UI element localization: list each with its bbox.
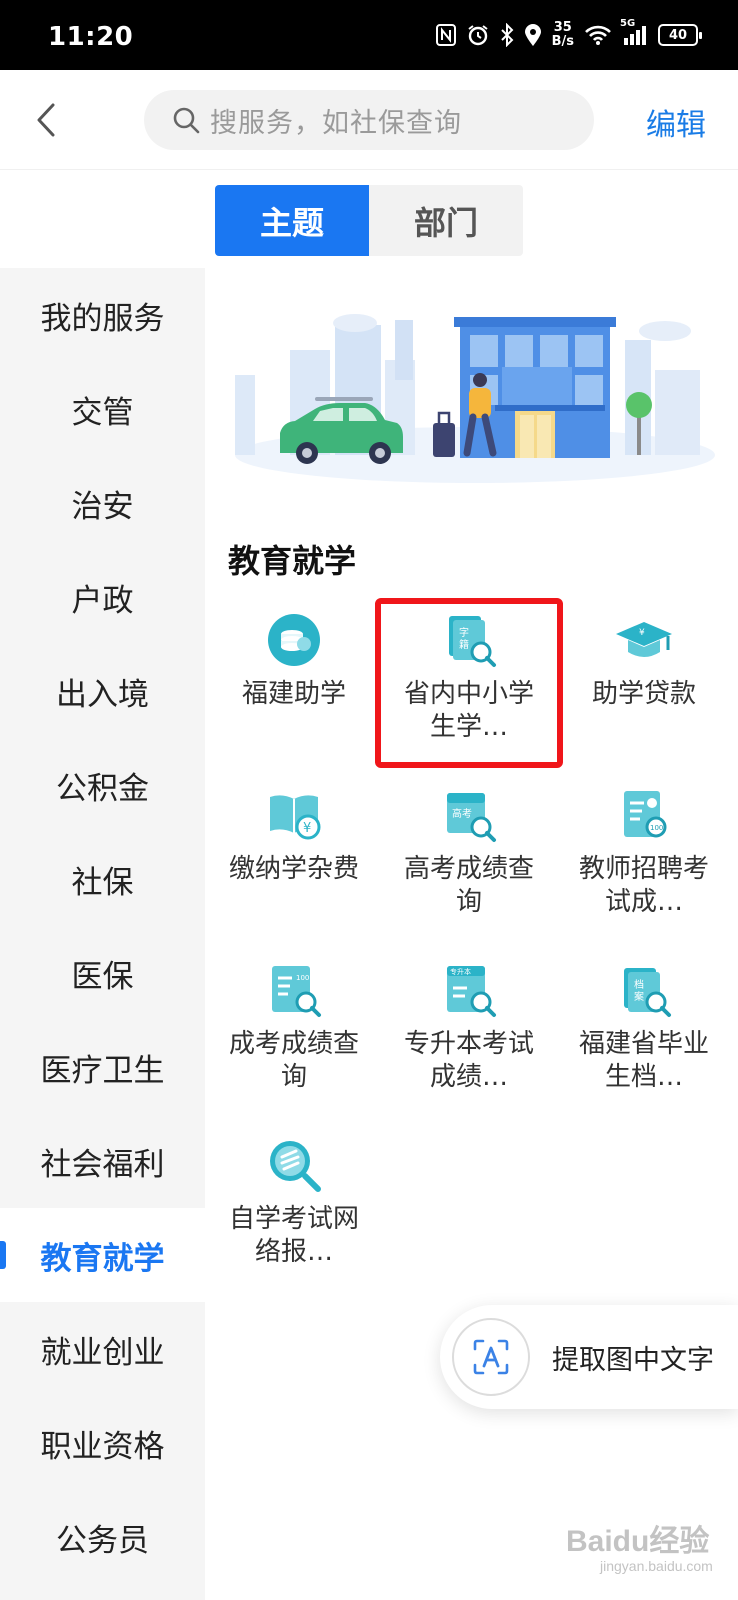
service-label: 福建助学 (241, 679, 346, 709)
net-speed-value: 35 (553, 20, 572, 35)
chevron-left-icon (37, 103, 55, 137)
service-label: 专升本考试成绩… (403, 1029, 534, 1092)
service-graduate-archive[interactable]: 档 案 福建省毕业生档… (559, 958, 729, 1094)
teacher-exam-score-icon: 100 (624, 791, 667, 838)
service-label: 福建省毕业生档… (578, 1029, 709, 1092)
service-label: 教师招聘考试成… (578, 854, 709, 917)
svg-text:100: 100 (296, 974, 309, 982)
self-study-exam-icon (270, 1141, 321, 1192)
sidebar-item-traffic[interactable]: 交管 (0, 362, 205, 456)
adult-exam-score-icon: 100 (272, 966, 321, 1017)
search-placeholder: 搜服务，如社保查询 (210, 107, 462, 139)
service-fujian-scholarship[interactable]: 福建助学 (209, 608, 379, 711)
sidebar-item-public-security[interactable]: 治安 (0, 456, 205, 550)
category-tabs: 主题 部门 (215, 185, 523, 256)
highlight-box (375, 598, 563, 768)
svg-text:案: 案 (634, 990, 644, 1003)
sidebar-item-my-services[interactable]: 我的服务 (0, 268, 205, 362)
text-extract-icon (473, 1339, 509, 1375)
status-time: 11:20 (48, 22, 134, 52)
service-gaokao-score[interactable]: 高考 高考成绩查询 (384, 783, 554, 919)
upgrade-exam-score-icon: 专升本 (447, 966, 496, 1017)
service-label: 自学考试网络报… (228, 1204, 359, 1267)
search-input[interactable]: 搜服务，如社保查询 (144, 90, 594, 150)
service-teacher-exam[interactable]: 100 教师招聘考试成… (559, 783, 729, 919)
location-icon (524, 23, 542, 47)
service-tuition-payment[interactable]: ¥ 缴纳学杂费 (209, 783, 379, 886)
tab-theme[interactable]: 主题 (215, 185, 369, 256)
gaokao-search-icon: 高考 (447, 793, 496, 842)
svg-text:¥: ¥ (639, 628, 645, 638)
alarm-icon (466, 23, 490, 47)
extract-text-button[interactable]: 提取图中文字 (440, 1305, 738, 1409)
sidebar-item-civil-servant[interactable]: 公务员 (0, 1490, 205, 1584)
svg-text:¥: ¥ (303, 821, 311, 836)
svg-text:100: 100 (650, 824, 663, 832)
net-speed: 35 B/s (552, 21, 574, 49)
extract-text-label: 提取图中文字 (552, 1344, 714, 1376)
net-speed-unit: B/s (551, 34, 574, 49)
service-label: 成考成绩查询 (228, 1029, 359, 1092)
nfc-icon (435, 24, 456, 46)
service-label: 高考成绩查询 (403, 854, 534, 917)
svg-text:档: 档 (634, 978, 644, 991)
book-yuan-icon: ¥ (270, 795, 321, 840)
scholarship-coins-icon (268, 614, 320, 666)
battery-icon: 40 (658, 24, 702, 46)
sidebar-item-qualification[interactable]: 职业资格 (0, 1396, 205, 1490)
graduate-archive-search-icon: 档 案 (624, 968, 671, 1017)
sidebar: 我的服务 交管 治安 户政 出入境 公积金 社保 医保 医疗卫生 社会福利 教育… (0, 268, 205, 1600)
sidebar-item-social-security[interactable]: 社保 (0, 832, 205, 926)
sidebar-item-household[interactable]: 户政 (0, 550, 205, 644)
signal-icon: 5G (620, 18, 648, 46)
sidebar-item-immigration[interactable]: 出入境 (0, 644, 205, 738)
bluetooth-icon (500, 23, 514, 47)
float-icon-wrap (452, 1318, 530, 1396)
sidebar-item-healthcare[interactable]: 医疗卫生 (0, 1020, 205, 1114)
sidebar-item-education[interactable]: 教育就学 (0, 1208, 205, 1302)
header: 搜服务，如社保查询 编辑 (0, 70, 738, 170)
svg-text:高考: 高考 (452, 807, 472, 820)
service-student-loan[interactable]: ¥ 助学贷款 (559, 608, 729, 711)
edit-button[interactable]: 编辑 (646, 100, 706, 144)
status-icons: 35 B/s 5G 40 (435, 18, 702, 52)
watermark-text: Baidu经验 (566, 1525, 710, 1558)
sidebar-item-medical-insurance[interactable]: 医保 (0, 926, 205, 1020)
search-icon (173, 107, 200, 134)
status-bar: 11:20 35 B/s 5G 40 (0, 0, 738, 70)
wifi-icon (584, 24, 612, 46)
graduation-cap-icon: ¥ (616, 622, 672, 657)
service-upgrade-exam-score[interactable]: 专升本 专升本考试成绩… (384, 958, 554, 1094)
baidu-watermark: Baidu经验 jingyan.baidu.com (566, 1516, 713, 1574)
tab-department[interactable]: 部门 (369, 185, 523, 256)
service-label: 缴纳学杂费 (228, 854, 359, 884)
sidebar-item-housing-fund[interactable]: 公积金 (0, 738, 205, 832)
sidebar-item-employment[interactable]: 就业创业 (0, 1302, 205, 1396)
back-button[interactable] (28, 100, 64, 140)
network-type: 5G (620, 18, 636, 29)
service-self-study-exam[interactable]: 自学考试网络报… (209, 1133, 379, 1269)
sidebar-item-welfare[interactable]: 社会福利 (0, 1114, 205, 1208)
service-adult-exam-score[interactable]: 100 成考成绩查询 (209, 958, 379, 1094)
battery-level: 40 (668, 27, 688, 43)
city-banner-illustration (235, 314, 715, 483)
svg-text:专升本: 专升本 (450, 967, 471, 976)
service-label: 助学贷款 (591, 679, 696, 709)
watermark-sub: jingyan.baidu.com (600, 1558, 713, 1574)
section-title: 教育就学 (228, 542, 357, 580)
